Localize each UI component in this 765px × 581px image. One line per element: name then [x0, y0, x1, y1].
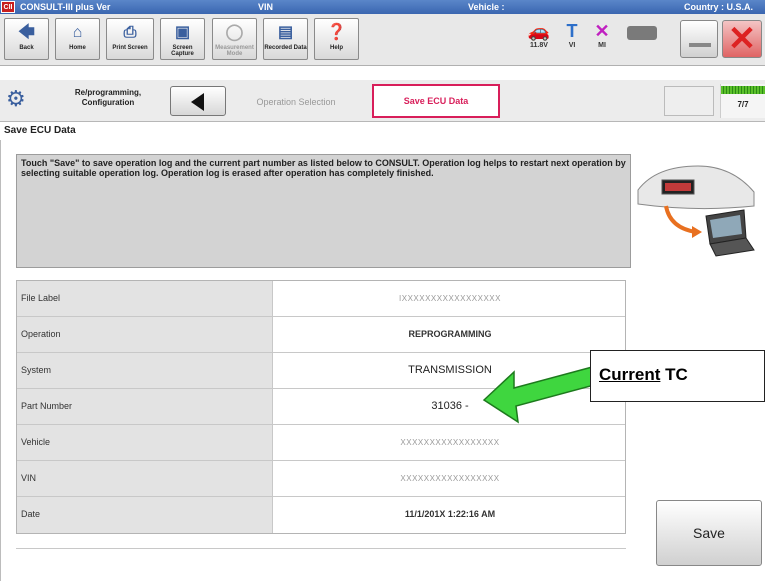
blank-nav-box	[664, 86, 714, 116]
printer-icon: ⎙	[123, 24, 137, 41]
back-toolbar-button[interactable]: 🡄 Back	[4, 18, 49, 60]
antenna-icon: Т	[566, 21, 578, 41]
measurement-mode-button[interactable]: ◯ Measurement Mode	[212, 18, 257, 60]
title-bar: CII CONSULT-III plus Ver VIN Vehicle : C…	[0, 0, 765, 14]
mi-status: ✕ MI	[590, 20, 614, 49]
row-label: VIN	[17, 461, 273, 496]
divider	[16, 548, 626, 549]
instruction-message: Touch "Save" to save operation log and t…	[16, 154, 631, 268]
minimize-button[interactable]	[680, 20, 718, 58]
page-title: Save ECU Data	[4, 125, 76, 136]
help-button[interactable]: ❓ Help	[314, 18, 359, 60]
car-to-laptop-illustration	[637, 165, 755, 257]
row-label: Date	[17, 497, 273, 533]
row-value: REPROGRAMMING	[408, 329, 492, 339]
device-icon	[627, 26, 657, 40]
car-icon: 🚗	[527, 21, 551, 41]
help-icon: ❓	[326, 24, 347, 41]
measurement-icon: ◯	[225, 24, 244, 41]
row-label: Operation	[17, 317, 273, 352]
help-label: Help	[329, 45, 343, 51]
table-row: File Label IXXXXXXXXXXXXXXXXX	[17, 281, 625, 317]
vehicle-label: Vehicle :	[468, 2, 505, 12]
screen-capture-label: Screen Capture	[171, 45, 194, 57]
close-button[interactable]: ✕	[722, 20, 762, 58]
row-label: File Label	[17, 281, 273, 316]
row-label: Vehicle	[17, 425, 273, 460]
nav-back-button[interactable]	[170, 86, 226, 116]
screen-capture-button[interactable]: ▣ Screen Capture	[160, 18, 205, 60]
mode-label: Re/programming, Configuration	[74, 88, 142, 107]
table-row: Operation REPROGRAMMING	[17, 317, 625, 353]
nav-bar: ⚙ Re/programming, Configuration Operatio…	[0, 80, 765, 122]
table-row: Vehicle XXXXXXXXXXXXXXXXX	[17, 425, 625, 461]
breadcrumb-operation-selection[interactable]: Operation Selection	[232, 90, 360, 114]
camera-icon: ▣	[174, 24, 191, 41]
callout-rest: TC	[660, 365, 688, 384]
row-value: XXXXXXXXXXXXXXXXX	[400, 474, 500, 483]
row-label: System	[17, 353, 273, 388]
recorded-data-button[interactable]: ▤ Recorded Data	[263, 18, 308, 60]
row-value: IXXXXXXXXXXXXXXXXX	[399, 294, 501, 303]
app-logo-icon: CII	[1, 1, 15, 13]
recorded-label: Recorded Data	[264, 45, 307, 51]
recorded-data-icon: ▤	[277, 24, 294, 41]
print-screen-button[interactable]: ⎙ Print Screen	[106, 18, 154, 60]
breadcrumb-save-ecu-data: Save ECU Data	[372, 84, 500, 118]
country-label: Country : U.S.A.	[684, 2, 753, 12]
mi-label: MI	[598, 42, 606, 49]
callout-underlined: Current	[599, 365, 661, 384]
step-progress: 7/7	[720, 84, 765, 118]
device-status	[624, 26, 660, 40]
vi-status: Т VI	[560, 20, 584, 49]
green-arrow-icon	[482, 365, 599, 424]
row-value: 11/1/201X 1:22:16 AM	[404, 509, 496, 519]
voltage-label: 11.8V	[530, 42, 548, 49]
battery-status: 🚗 11.8V	[524, 20, 554, 49]
progress-bar-fill	[721, 86, 765, 94]
table-row: Date 11/1/201X 1:22:16 AM	[17, 497, 625, 533]
reprogramming-icon: ⚙	[6, 86, 26, 111]
app-title: CONSULT-III plus Ver	[20, 2, 111, 12]
print-label: Print Screen	[112, 45, 148, 51]
home-label: Home	[69, 45, 86, 51]
row-value: XXXXXXXXXXXXXXXXX	[400, 438, 500, 447]
mi-cross-icon: ✕	[594, 21, 610, 41]
progress-text: 7/7	[737, 100, 749, 109]
callout-box: Current TC	[590, 350, 765, 402]
back-arrow-icon: 🡄	[18, 24, 35, 41]
save-button[interactable]: Save	[656, 500, 762, 566]
back-label: Back	[19, 45, 34, 51]
home-button[interactable]: ⌂ Home	[55, 18, 100, 60]
measurement-label: Measurement Mode	[215, 45, 254, 57]
table-row: VIN XXXXXXXXXXXXXXXXX	[17, 461, 625, 497]
home-icon: ⌂	[72, 24, 83, 41]
vin-label: VIN	[258, 2, 274, 12]
toolbar: 🡄 Back ⌂ Home ⎙ Print Screen ▣ Screen Ca…	[0, 14, 765, 66]
row-label: Part Number	[17, 389, 273, 424]
vi-label: VI	[568, 42, 576, 49]
